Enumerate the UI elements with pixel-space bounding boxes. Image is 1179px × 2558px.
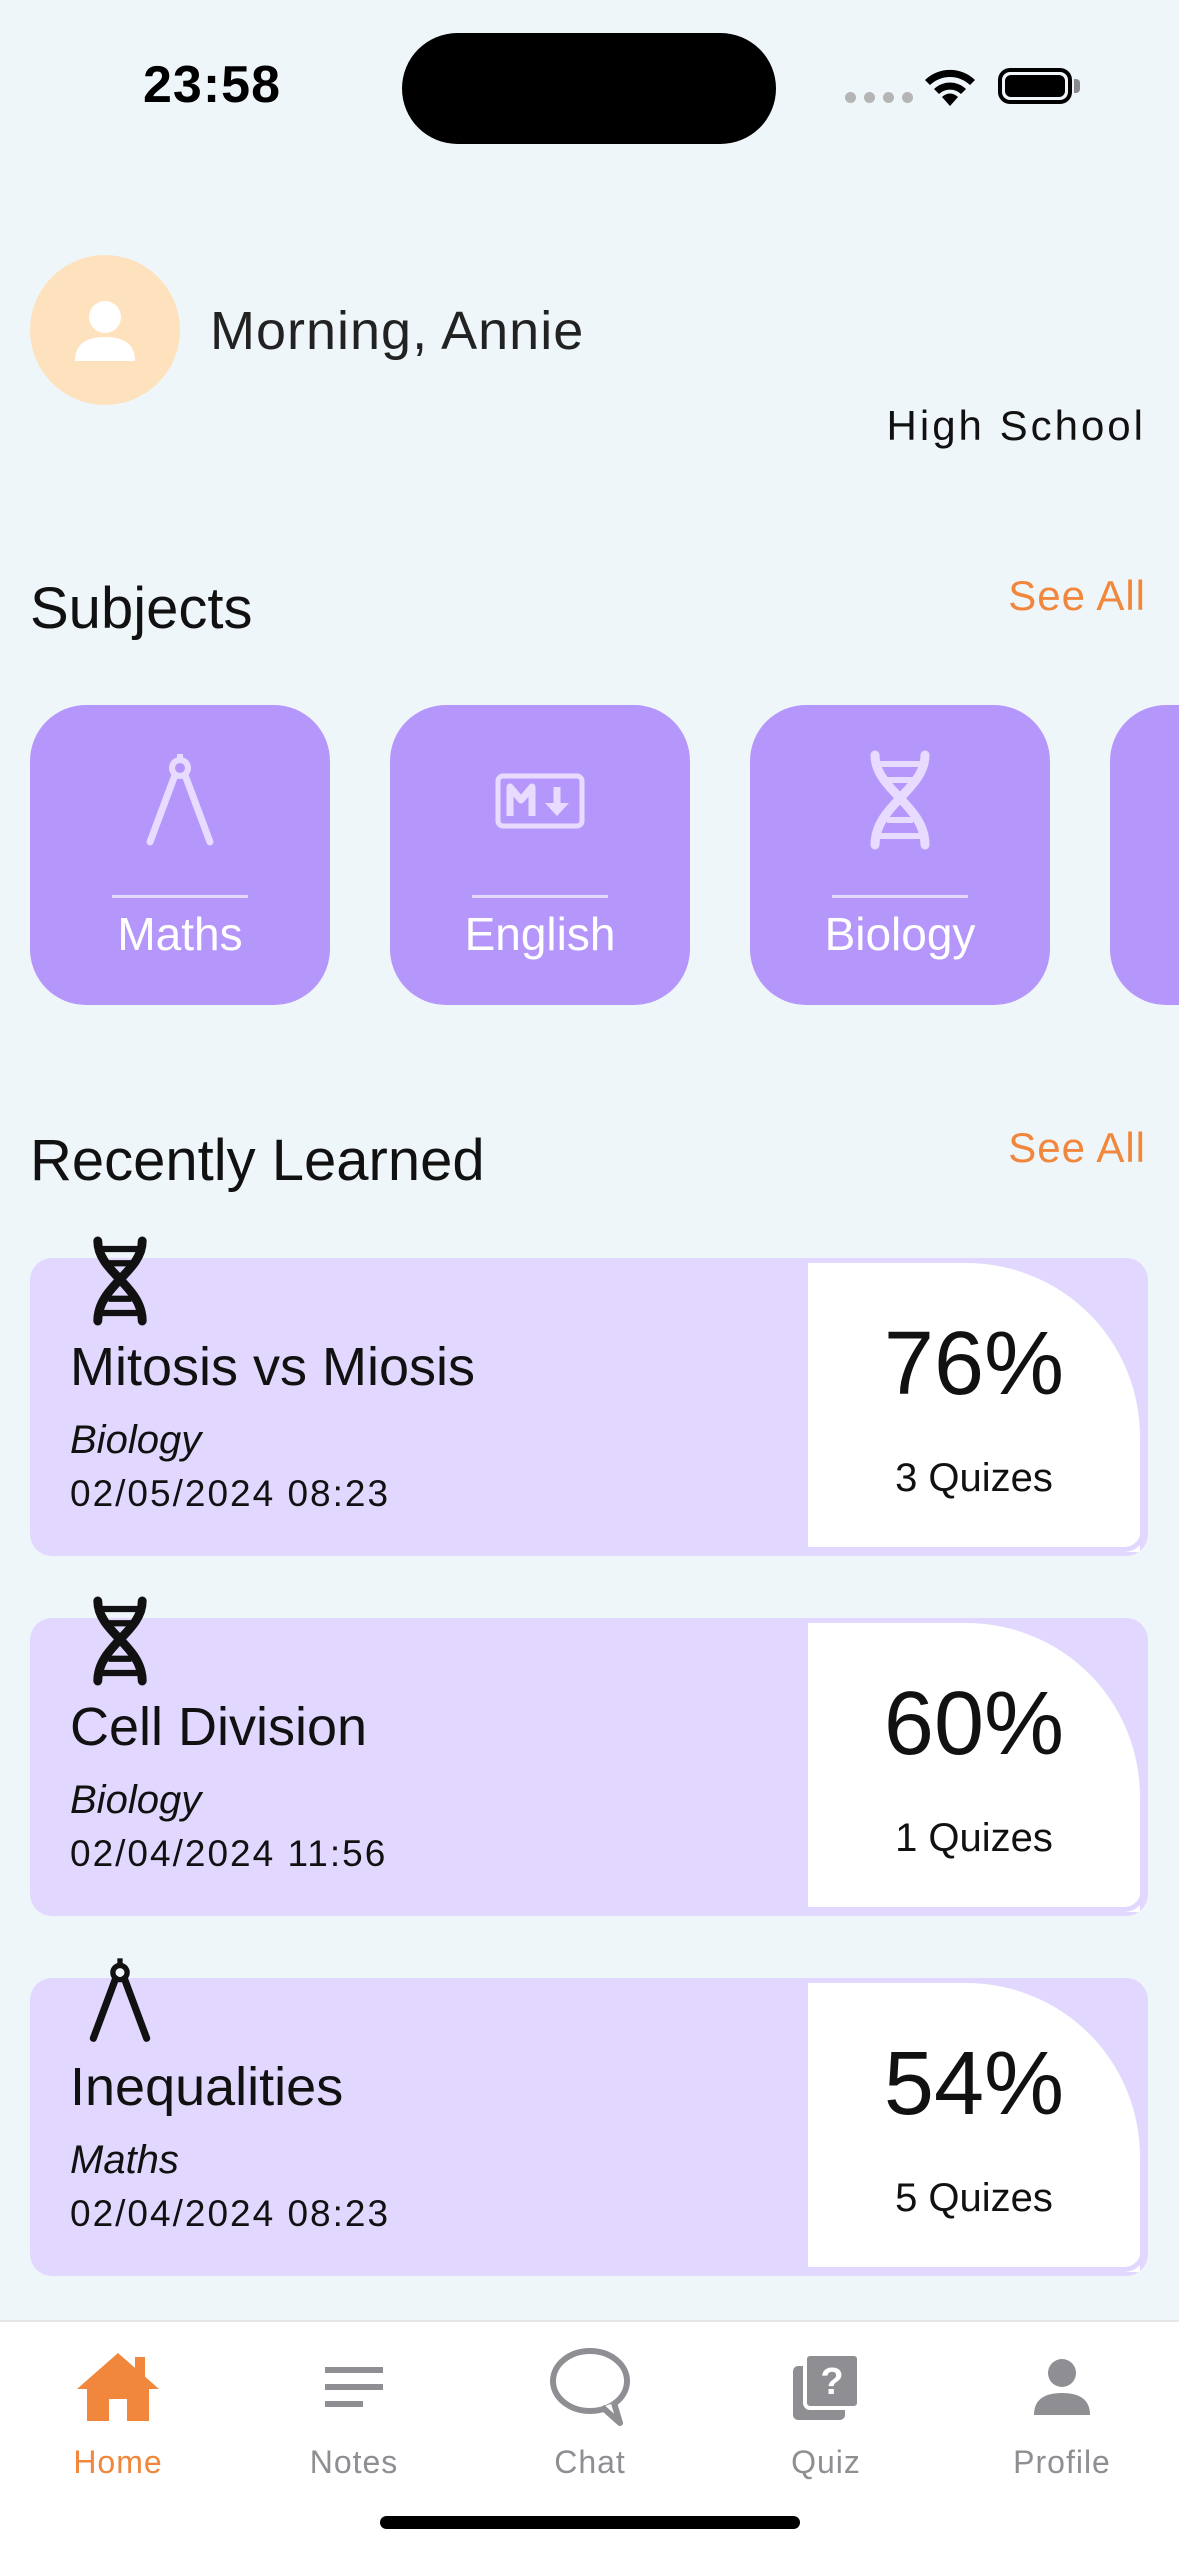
subject-label: Biology [824,908,976,960]
notes-icon [325,2367,383,2407]
score-box: 54% 5 Quizes [808,1978,1148,2276]
score-percent: 76% [883,1314,1065,1414]
subject-label: English [464,908,616,960]
dynamic-island [402,33,776,144]
wifi-icon [925,69,975,106]
battery-icon [998,68,1072,104]
recent-date: 02/04/2024 11:56 [70,1833,388,1874]
tab-label: Notes [309,2444,399,2480]
user-icon [75,301,135,361]
recent-date: 02/04/2024 08:23 [70,2193,391,2234]
quiz-count: 3 Quizes [895,1456,1053,1500]
cellular-signal-icon [845,92,913,103]
battery-tip [1074,79,1080,93]
recent-date: 02/05/2024 08:23 [70,1473,391,1514]
tab-label: Profile [1013,2444,1111,2480]
tab-notes[interactable]: Notes [236,2342,472,2481]
home-icon [77,2353,159,2421]
status-time: 23:58 [143,56,281,114]
quiz-count: 1 Quizes [895,1816,1053,1860]
recent-card[interactable]: Mitosis vs Miosis Biology 02/05/2024 08:… [30,1236,1148,1556]
greeting-text: Morning, Annie [210,301,585,361]
svg-text:?: ? [820,2361,843,2403]
markdown-icon [495,773,585,829]
recent-subject: Biology [70,1418,202,1462]
tab-label: Chat [554,2444,626,2480]
score-box: 60% 1 Quizes [808,1618,1148,1916]
subject-card-partial[interactable] [1110,705,1179,1005]
dna-icon [93,1596,147,1686]
score-box: 76% 3 Quizes [808,1258,1148,1556]
recent-card[interactable]: Inequalities Maths 02/04/2024 08:23 54% … [30,1958,1148,2276]
subjects-see-all-link[interactable]: See All [1008,572,1146,620]
recent-subject: Maths [70,2138,179,2182]
tab-quiz[interactable]: ? Quiz [708,2342,944,2481]
compass-icon [89,1958,151,2042]
profile-icon [1034,2359,1090,2415]
quiz-icon: ? [793,2352,861,2420]
home-indicator [380,2516,800,2529]
recent-subject: Biology [70,1778,202,1822]
tab-profile[interactable]: Profile [944,2342,1179,2481]
subject-card-biology[interactable]: Biology [750,705,1050,1005]
dna-icon [93,1236,147,1326]
tab-label: Home [73,2444,163,2480]
recent-card[interactable]: Cell Division Biology 02/04/2024 11:56 6… [30,1596,1148,1916]
subjects-title: Subjects [30,576,253,641]
recent-see-all-link[interactable]: See All [1008,1124,1146,1172]
avatar[interactable] [30,255,180,405]
subjects-carousel[interactable]: Maths English Biology [0,705,1179,1005]
compass-icon [146,754,214,846]
recent-topic: Mitosis vs Miosis [70,1337,476,1397]
chat-icon [550,2348,630,2426]
subject-card-english[interactable]: English [390,705,690,1005]
recent-topic: Cell Division [70,1697,368,1757]
subject-label: Maths [117,908,243,960]
recent-title: Recently Learned [30,1128,485,1193]
tab-chat[interactable]: Chat [472,2342,708,2481]
dna-icon [870,750,930,850]
quiz-count: 5 Quizes [895,2176,1053,2220]
tab-home[interactable]: Home [0,2342,236,2481]
score-percent: 60% [883,1674,1065,1774]
recent-topic: Inequalities [70,2057,344,2117]
score-percent: 54% [883,2034,1065,2134]
subject-card-maths[interactable]: Maths [30,705,330,1005]
tab-label: Quiz [791,2444,861,2480]
school-level: High School [886,402,1146,449]
